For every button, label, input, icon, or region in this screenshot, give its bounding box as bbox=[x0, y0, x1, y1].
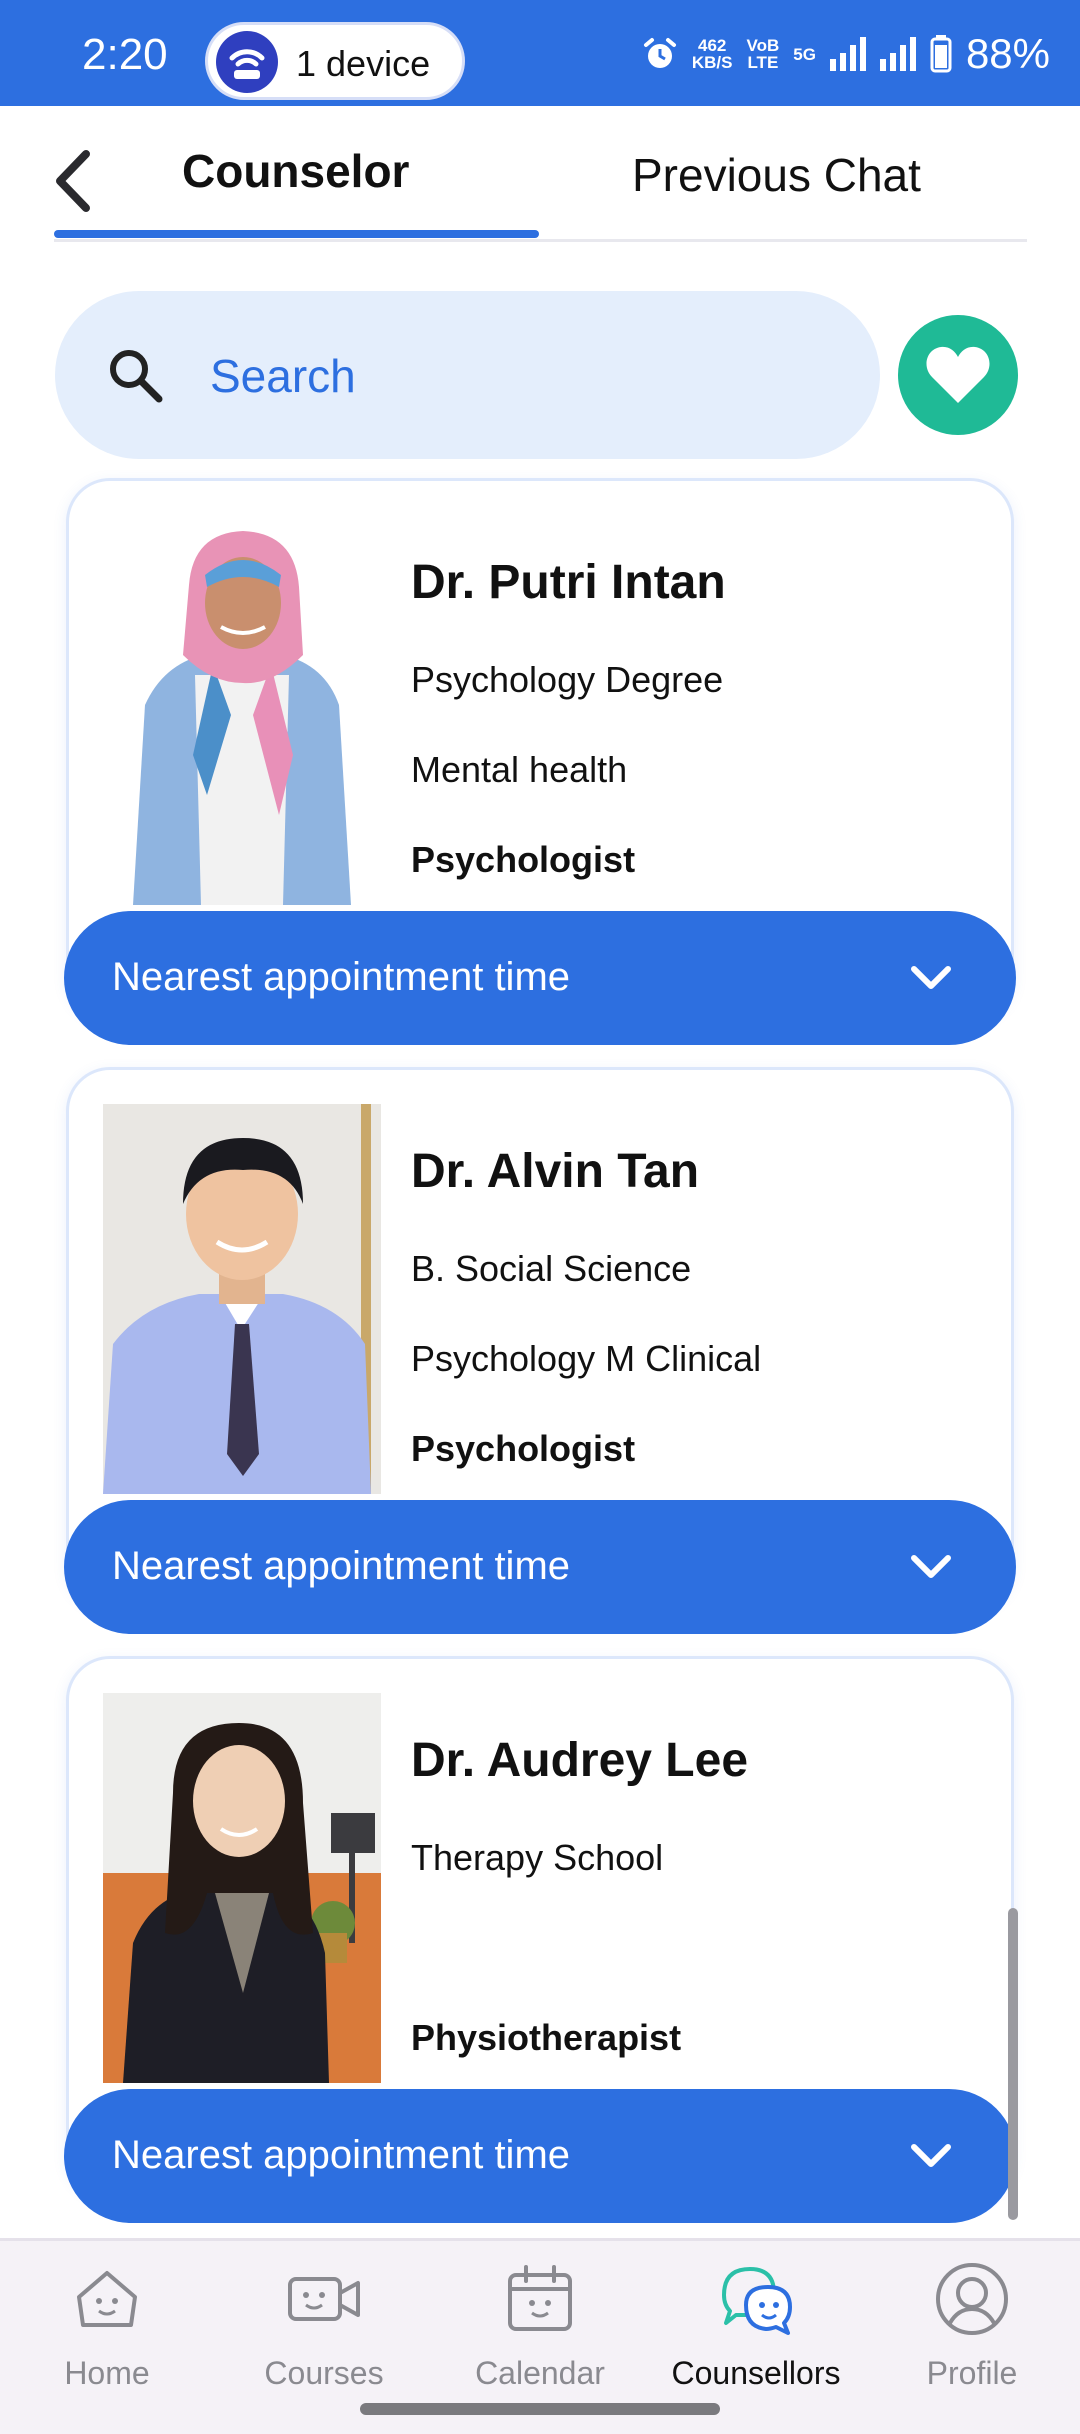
nav-label-home: Home bbox=[64, 2355, 150, 2391]
favorites-button[interactable] bbox=[898, 315, 1018, 435]
battery-icon bbox=[930, 35, 952, 73]
net-speed: 462 KB/S bbox=[692, 37, 733, 71]
signal-icon bbox=[829, 37, 866, 71]
net-speed-unit: KB/S bbox=[691, 53, 733, 72]
counselor-qualification: Therapy School bbox=[411, 1837, 664, 1878]
nav-label-courses: Courses bbox=[264, 2355, 384, 2391]
wifi-hotspot-icon bbox=[216, 31, 278, 93]
appointment-dropdown[interactable]: Nearest appointment time bbox=[64, 911, 1016, 1045]
counselor-photo bbox=[103, 1104, 381, 1494]
counselor-specialty: Psychology M Clinical bbox=[411, 1338, 762, 1379]
counselor-name: Dr. Alvin Tan bbox=[411, 1145, 700, 1198]
nav-item-counsellors[interactable]: Counsellors bbox=[656, 2259, 856, 2409]
chevron-down-icon bbox=[911, 2144, 951, 2167]
search-input[interactable] bbox=[210, 341, 810, 411]
status-bar: 2:20 1 device 462 KB/S VoB LTE 5G 88% bbox=[0, 0, 1080, 106]
heart-icon bbox=[926, 346, 990, 403]
appointment-dropdown[interactable]: Nearest appointment time bbox=[64, 2089, 1016, 2223]
status-icons: 462 KB/S VoB LTE 5G 88% bbox=[642, 30, 1050, 78]
profile-icon bbox=[936, 2263, 1008, 2335]
home-indicator[interactable] bbox=[360, 2403, 720, 2415]
tab-counselor[interactable]: Counselor bbox=[182, 144, 409, 198]
nav-label-counsellors: Counsellors bbox=[671, 2355, 841, 2391]
counselor-role: Physiotherapist bbox=[411, 2017, 682, 2058]
tab-header: Counselor Previous Chat bbox=[0, 106, 1080, 246]
search-bar[interactable] bbox=[55, 291, 880, 459]
counselor-qualification: Psychology Degree bbox=[411, 659, 724, 700]
back-button[interactable] bbox=[48, 146, 98, 216]
nav-item-calendar[interactable]: Calendar bbox=[440, 2259, 640, 2409]
counselor-name: Dr. Audrey Lee bbox=[411, 1734, 749, 1787]
appointment-dropdown[interactable]: Nearest appointment time bbox=[64, 1500, 1016, 1634]
chat-bubbles-icon bbox=[722, 2267, 792, 2335]
nav-label-calendar: Calendar bbox=[475, 2355, 605, 2391]
search-icon bbox=[110, 350, 163, 403]
nav-item-home[interactable]: Home bbox=[7, 2259, 207, 2409]
calendar-icon bbox=[508, 2265, 572, 2331]
status-time: 2:20 bbox=[82, 30, 168, 79]
counselor-name: Dr. Putri Intan bbox=[411, 556, 726, 609]
appointment-label: Nearest appointment time bbox=[112, 2133, 571, 2177]
volte-indicator: VoB LTE bbox=[747, 37, 780, 71]
chevron-down-icon bbox=[911, 1555, 951, 1578]
network-type: 5G bbox=[793, 44, 816, 64]
counselor-role: Psychologist bbox=[411, 839, 636, 880]
counselor-photo bbox=[103, 515, 381, 905]
counselor-qualification: B. Social Science bbox=[411, 1248, 692, 1289]
volte-top: VoB bbox=[746, 36, 780, 55]
signal-icon-2 bbox=[879, 37, 916, 71]
scrollbar[interactable] bbox=[1008, 1908, 1018, 2220]
tab-divider bbox=[54, 239, 1027, 242]
net-speed-value: 462 bbox=[698, 36, 727, 55]
home-icon bbox=[77, 2271, 137, 2327]
volte-bottom: LTE bbox=[747, 53, 779, 72]
counselor-photo bbox=[103, 1693, 381, 2083]
alarm-icon bbox=[643, 38, 676, 68]
chevron-left-icon bbox=[56, 150, 90, 212]
tab-previous-chat[interactable]: Previous Chat bbox=[632, 148, 921, 202]
nav-label-profile: Profile bbox=[926, 2355, 1018, 2391]
video-camera-icon bbox=[288, 2277, 360, 2321]
appointment-label: Nearest appointment time bbox=[112, 1544, 571, 1588]
active-tab-indicator bbox=[54, 230, 539, 238]
nav-item-profile[interactable]: Profile bbox=[872, 2259, 1072, 2409]
counselor-specialty: Mental health bbox=[411, 749, 628, 790]
nav-item-courses[interactable]: Courses bbox=[224, 2259, 424, 2409]
appointment-label: Nearest appointment time bbox=[112, 955, 571, 999]
counselor-role: Psychologist bbox=[411, 1428, 636, 1469]
battery-percent: 88% bbox=[965, 30, 1050, 77]
device-pill-label: 1 device bbox=[296, 43, 431, 84]
chevron-down-icon bbox=[911, 966, 951, 989]
device-pill[interactable]: 1 device bbox=[205, 22, 465, 100]
